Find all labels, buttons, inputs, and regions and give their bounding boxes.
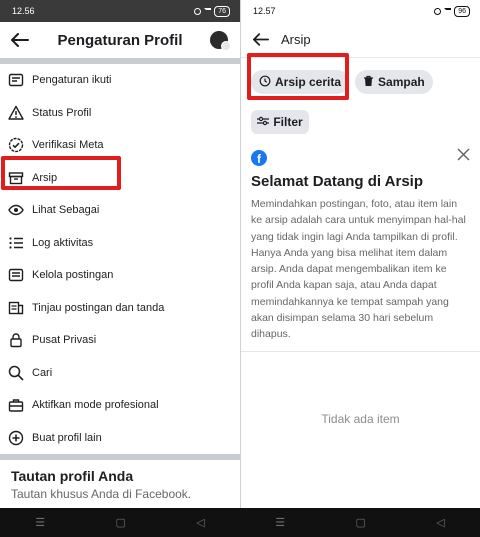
trash-label: Sampah xyxy=(378,75,425,89)
status-icons: 96 xyxy=(434,5,470,17)
menu-item-label: Verifikasi Meta xyxy=(32,139,104,152)
menu-item-tinjau-postingan[interactable]: Tinjau postingan dan tanda xyxy=(0,292,240,325)
menu-item-mode-profesional[interactable]: Aktifkan mode profesional xyxy=(0,389,240,422)
alarm-icon xyxy=(434,7,442,15)
welcome-heading: Selamat Datang di Arsip xyxy=(251,173,423,190)
page-title: Pengaturan Profil xyxy=(57,31,183,49)
menu-item-label: Log aktivitas xyxy=(32,236,94,249)
wifi-icon xyxy=(204,8,212,14)
menu-item-buat-profil-lain[interactable]: Buat profil lain xyxy=(0,422,240,455)
profile-link-section[interactable]: Tautan profil Anda Tautan khusus Anda di… xyxy=(0,454,240,508)
menu-item-label: Tinjau postingan dan tanda xyxy=(32,301,165,314)
briefcase-icon xyxy=(8,397,24,413)
archive-screen: 12.57 96 Arsip Arsip cerita Sampah Filte… xyxy=(240,0,480,508)
menu-item-status-profil[interactable]: Status Profil xyxy=(0,97,240,130)
verified-badge-icon xyxy=(8,137,24,153)
filter-button[interactable]: Filter xyxy=(251,110,309,134)
status-bar: 12.57 96 xyxy=(241,0,480,22)
menu-item-kelola-postingan[interactable]: Kelola postingan xyxy=(0,259,240,292)
menu-item-label: Pengaturan ikuti xyxy=(32,74,112,87)
list-icon xyxy=(8,235,24,251)
menu-item-log-aktivitas[interactable]: Log aktivitas xyxy=(0,227,240,260)
back-arrow-icon[interactable] xyxy=(251,30,271,50)
menu-item-pusat-privasi[interactable]: Pusat Privasi xyxy=(0,324,240,357)
sliders-icon xyxy=(257,115,270,129)
profile-link-subtitle: Tautan khusus Anda di Facebook. xyxy=(11,487,192,501)
back-icon[interactable]: ◁ xyxy=(436,516,444,529)
profile-settings-screen: 12.56 76 Pengaturan Profil Pengaturan ik… xyxy=(0,0,240,508)
nav-half-left: ☰ ▢ ◁ xyxy=(0,508,240,537)
highlight-box-arsip-cerita xyxy=(247,53,349,100)
battery-indicator: 96 xyxy=(454,5,470,17)
wifi-icon xyxy=(444,8,452,14)
highlight-box-arsip xyxy=(1,156,121,190)
status-bar: 12.56 76 xyxy=(0,0,240,22)
plus-circle-icon xyxy=(8,430,24,446)
home-icon[interactable]: ▢ xyxy=(355,516,365,529)
menu-item-label: Lihat Sebagai xyxy=(32,204,100,217)
eye-icon xyxy=(8,202,24,218)
trash-icon xyxy=(363,75,374,90)
filter-label: Filter xyxy=(273,115,303,129)
profile-link-heading: Tautan profil Anda xyxy=(11,468,134,484)
back-icon[interactable]: ◁ xyxy=(196,516,204,529)
trash-chip[interactable]: Sampah xyxy=(355,70,433,94)
lock-icon xyxy=(8,332,24,348)
alarm-icon xyxy=(194,7,202,15)
search-icon xyxy=(8,365,24,381)
menu-item-pengaturan-ikuti[interactable]: Pengaturan ikuti xyxy=(0,64,240,97)
menu-item-label: Kelola postingan xyxy=(32,269,114,282)
welcome-body: Memindahkan postingan, foto, atau item l… xyxy=(251,198,466,341)
system-nav-bar: ☰ ▢ ◁ ☰ ▢ ◁ xyxy=(0,508,480,537)
divider xyxy=(241,350,480,352)
menu-item-label: Cari xyxy=(32,366,53,379)
page-title: Arsip xyxy=(281,32,311,47)
warning-icon xyxy=(8,105,24,121)
menu-item-cari[interactable]: Cari xyxy=(0,357,240,390)
nav-half-right: ☰ ▢ ◁ xyxy=(240,508,480,537)
home-icon[interactable]: ▢ xyxy=(115,516,125,529)
close-icon[interactable] xyxy=(457,148,470,166)
menu-item-label: Aktifkan mode profesional xyxy=(32,399,159,412)
recents-icon[interactable]: ☰ xyxy=(275,516,285,529)
menu-item-lihat-sebagai[interactable]: Lihat Sebagai xyxy=(0,194,240,227)
status-time: 12.57 xyxy=(253,6,276,16)
settings-menu: Pengaturan ikuti Status Profil Verifikas… xyxy=(0,64,240,454)
menu-item-label: Pusat Privasi xyxy=(32,334,97,347)
recents-icon[interactable]: ☰ xyxy=(35,516,45,529)
battery-indicator: 76 xyxy=(214,5,230,17)
avatar[interactable] xyxy=(210,31,231,51)
status-time: 12.56 xyxy=(12,6,35,16)
menu-item-label: Status Profil xyxy=(32,106,92,119)
gear-icon xyxy=(8,72,24,88)
welcome-card: f Selamat Datang di Arsip Memindahkan po… xyxy=(241,134,480,343)
empty-state-text: Tidak ada item xyxy=(321,412,400,426)
menu-item-label: Buat profil lain xyxy=(32,431,102,444)
tag-review-icon xyxy=(8,300,24,316)
facebook-logo-icon: f xyxy=(251,150,267,166)
app-bar: Pengaturan Profil xyxy=(0,22,240,58)
post-manage-icon xyxy=(8,267,24,283)
status-icons: 76 xyxy=(194,5,230,17)
